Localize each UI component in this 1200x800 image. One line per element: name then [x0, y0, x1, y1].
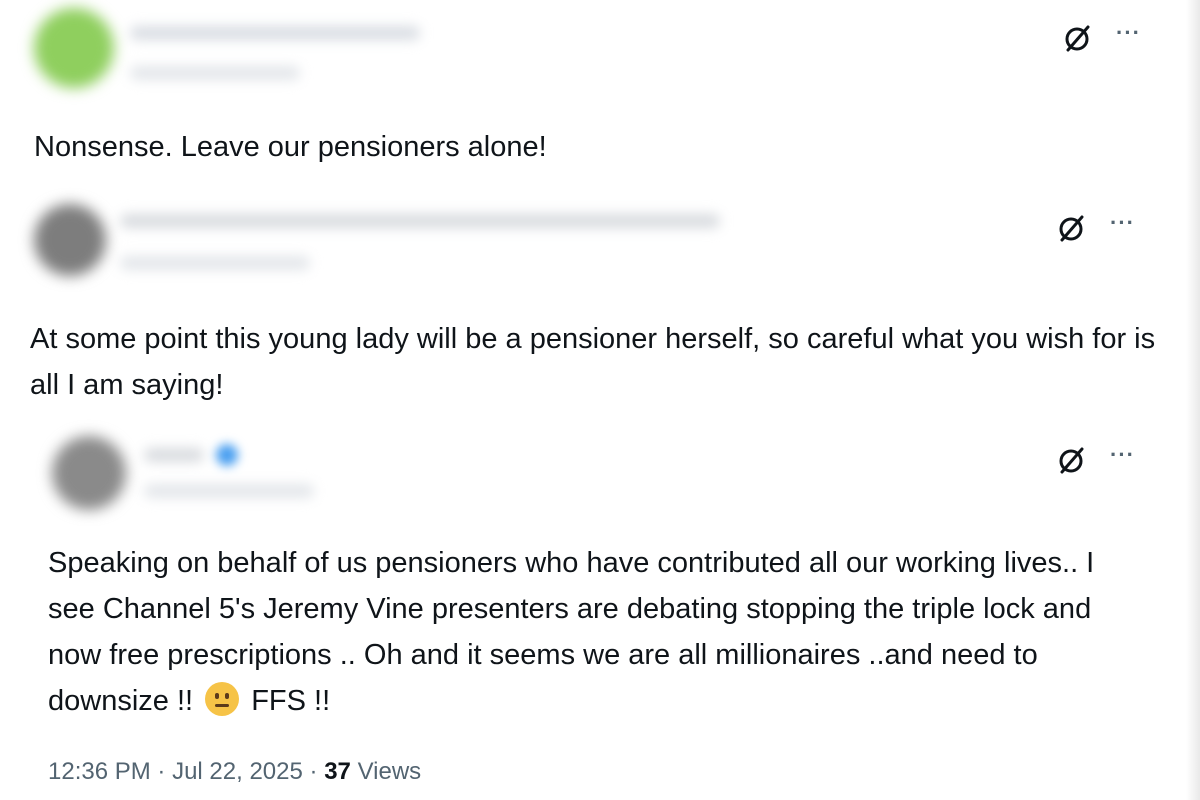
post-metadata: 12:36 PM · Jul 22, 2025 · 37 Views: [48, 758, 421, 786]
post-actions: ···: [1056, 444, 1135, 476]
post-actions: ···: [1062, 22, 1141, 54]
more-icon[interactable]: ···: [1110, 212, 1135, 234]
views-label: Views: [357, 758, 422, 785]
post-date[interactable]: Jul 22, 2025: [172, 758, 303, 785]
separator: ·: [309, 758, 318, 785]
post-text: Speaking on behalf of us pensioners who …: [48, 540, 1148, 724]
verified-badge-icon: [216, 444, 238, 466]
author-handle-blurred[interactable]: [120, 256, 310, 270]
post-text: At some point this young lady will be a …: [30, 323, 1156, 401]
grok-icon[interactable]: [1062, 22, 1094, 54]
window-edge: [1186, 0, 1200, 800]
more-icon[interactable]: ···: [1110, 444, 1135, 466]
more-icon[interactable]: ···: [1116, 22, 1141, 44]
avatar[interactable]: [34, 8, 114, 88]
post-text-main: Speaking on behalf of us pensioners who …: [48, 547, 1095, 717]
author-handle-blurred[interactable]: [130, 66, 300, 80]
separator: ·: [157, 758, 166, 785]
views-count: 37: [324, 758, 351, 785]
avatar[interactable]: [52, 436, 126, 510]
avatar[interactable]: [34, 204, 106, 276]
grok-icon[interactable]: [1056, 444, 1088, 476]
post-text-tail: FFS !!: [251, 685, 331, 717]
grok-icon[interactable]: [1056, 212, 1088, 244]
post-text: Nonsense. Leave our pensioners alone!: [34, 131, 547, 163]
post-time[interactable]: 12:36 PM: [48, 758, 151, 785]
author-name-blurred[interactable]: [130, 26, 420, 40]
author-handle-blurred[interactable]: [144, 484, 314, 498]
author-name-blurred[interactable]: [120, 214, 720, 228]
neutral-face-emoji-icon: [205, 682, 240, 716]
author-name-blurred[interactable]: [144, 448, 204, 462]
post-actions: ···: [1056, 212, 1135, 244]
